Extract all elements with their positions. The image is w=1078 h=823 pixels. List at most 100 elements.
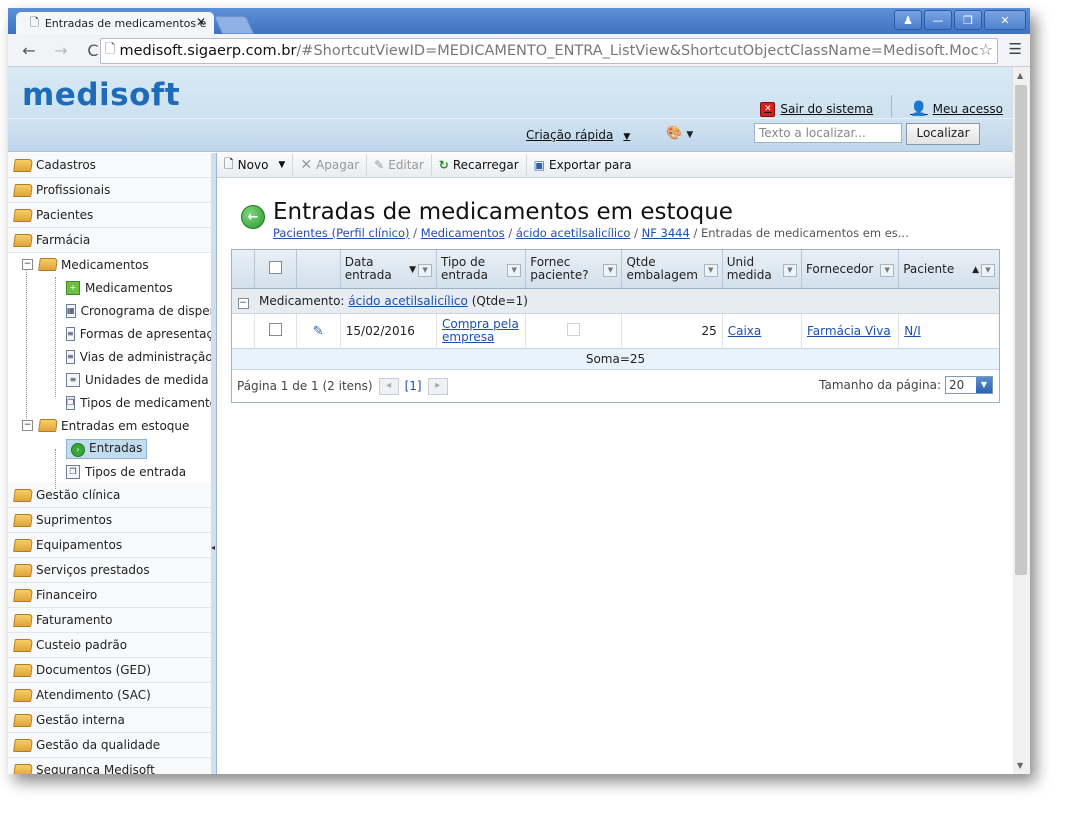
close-tab-icon[interactable]: ✕ [196,15,206,29]
column-header-date[interactable]: Data entrada ▼ ▼ [340,250,438,289]
back-arrow-icon[interactable]: ← [18,41,40,60]
collapse-icon[interactable]: − [22,259,33,270]
sidebar-group[interactable]: Custeio padrão [8,633,211,658]
breadcrumb-link[interactable]: NF 3444 [642,226,690,240]
sidebar-group[interactable]: Atendimento (SAC) [8,683,211,708]
filter-icon[interactable]: ▼ [880,264,895,277]
edit-button[interactable]: ✎ Editar [367,154,432,176]
column-header-patient[interactable]: Paciente ▲ ▼ [898,250,999,289]
new-tab-button[interactable] [213,16,255,34]
find-button[interactable]: Localizar [906,123,980,145]
page-size-select[interactable]: 20 ▼ [945,376,993,394]
tree-item-selected[interactable]: › Entradas [8,437,211,460]
filter-icon[interactable]: ▼ [418,264,433,277]
forward-arrow-icon[interactable]: → [50,41,72,60]
back-arrow-icon[interactable]: ← [241,205,265,229]
filter-icon[interactable]: ▼ [603,264,618,277]
scroll-down-icon[interactable]: ▼ [1017,761,1023,770]
sidebar-group[interactable]: Gestão clínica [8,483,211,508]
unit-link[interactable]: Caixa [728,324,762,338]
tree-node-medicamentos[interactable]: − Medicamentos [8,253,211,276]
sidebar-group[interactable]: Segurança Medisoft [8,758,211,774]
sidebar-group[interactable]: Faturamento [8,608,211,633]
scrollbar-thumb[interactable] [1015,85,1027,575]
collapse-icon[interactable]: − [22,420,33,431]
page-scrollbar[interactable]: ▲ ▼ [1012,67,1030,774]
type-link[interactable]: Compra pela empresa [442,317,519,344]
sidebar-group[interactable]: Pacientes [8,203,211,228]
maximize-button[interactable]: ❐ [954,10,982,30]
collapse-arrow-icon[interactable]: ◂ [211,543,215,552]
sidebar-group[interactable]: Financeiro [8,583,211,608]
search-input[interactable]: Texto a localizar... [754,123,902,143]
sidebar-group[interactable]: Gestão interna [8,708,211,733]
column-header-qty[interactable]: Qtde embalagem ▼ [621,250,723,289]
table-cell: N/I [899,314,999,349]
sidebar-group[interactable]: Cadastros [8,153,211,178]
column-header-unit[interactable]: Unid medida ▼ [722,250,802,289]
table-row[interactable]: ✎ 15/02/2016 Compra pela empresa 25 Caixa… [232,313,999,349]
sidebar-group[interactable]: Profissionais [8,178,211,203]
delete-button[interactable]: ✕ Apagar [293,154,368,176]
next-page-button[interactable]: ▸ [427,377,448,395]
browser-menu-icon[interactable]: ☰ [1009,40,1022,58]
folder-icon [13,738,33,752]
my-access-link[interactable]: 👤 Meu acesso [910,101,1003,117]
edit-row-icon[interactable]: ✎ [313,324,324,339]
user-icon[interactable]: ♟ [894,10,922,30]
palette-icon[interactable]: 🎨 ▼ [666,126,693,141]
sidebar-group[interactable]: Documentos (GED) [8,658,211,683]
column-header-supplier[interactable]: Fornecedor ▼ [801,250,900,289]
prev-page-button[interactable]: ◂ [378,377,399,395]
filter-icon[interactable]: ▼ [703,264,718,277]
logout-link[interactable]: ✕ Sair do sistema [760,101,873,117]
browser-tab[interactable]: 🗋 Entradas de medicamentos e ✕ [16,12,214,34]
chevron-down-icon[interactable]: ▼ [976,377,992,393]
tree-node-entradas[interactable]: − Entradas em estoque [8,414,211,437]
column-header-type[interactable]: Tipo de entrada ▼ [436,250,527,289]
tree-item-label: Unidades de medida [85,372,209,387]
minimize-button[interactable]: — [924,10,952,30]
patient-link[interactable]: N/I [904,324,921,338]
reload-button[interactable]: ↻ Recarregar [432,154,527,176]
quick-create-menu[interactable]: Criação rápida ▼ [526,128,630,142]
title-bar: 🗋 Entradas de medicamentos e ✕ ♟ — ❐ ✕ [8,8,1030,34]
filter-icon[interactable]: ▼ [782,264,797,277]
tree-item[interactable]: ❐ Tipos de entrada [8,460,211,483]
breadcrumb-link[interactable]: ácido acetilsalicílico [516,226,631,240]
supplier-link[interactable]: Farmácia Viva [807,324,891,338]
breadcrumb-link[interactable]: Medicamentos [421,226,505,240]
sidebar-group[interactable]: Suprimentos [8,508,211,533]
header-label: entrada [344,268,392,282]
tree-item[interactable]: ▦ Cronograma de dispens [8,299,211,322]
windows-icon: ❐ [66,395,76,410]
tree-item[interactable]: ≡ Formas de apresentaçã [8,322,211,345]
new-button[interactable]: 🗋 Novo ▼ [217,154,294,176]
sidebar-group[interactable]: Equipamentos [8,533,211,558]
page-title: Entradas de medicamentos em estoque [273,199,733,225]
close-window-button[interactable]: ✕ [984,10,1026,30]
select-all-checkbox[interactable] [268,261,282,274]
collapse-icon[interactable]: − [237,297,249,309]
breadcrumb-link[interactable]: Pacientes (Perfil clínico) [273,226,410,240]
export-button[interactable]: ▣ Exportar para [527,154,639,176]
sidebar-group[interactable]: Serviços prestados [8,558,211,583]
scroll-up-icon[interactable]: ▲ [1017,71,1023,80]
filter-icon[interactable]: ▼ [981,264,995,277]
folder-icon [13,488,33,502]
group-link[interactable]: ácido acetilsalicílico [348,294,468,308]
tree-item[interactable]: ❐ Tipos de medicamento [8,391,211,414]
chevron-down-icon[interactable]: ▼ [278,160,285,170]
current-page[interactable]: [1] [405,379,422,393]
sidebar-group[interactable]: Gestão da qualidade [8,733,211,758]
row-checkbox[interactable] [268,323,282,336]
tree-item[interactable]: ≡ Vias de administração [8,345,211,368]
tree-item[interactable]: + Medicamentos [8,276,211,299]
bookmark-star-icon[interactable]: ☆ [978,40,993,59]
column-header-supplier-patient[interactable]: Fornec paciente? ▼ [525,250,623,289]
sidebar-group[interactable]: Farmácia [8,228,211,253]
tree-item[interactable]: ≡ Unidades de medida [8,368,211,391]
filter-icon[interactable]: ▼ [507,264,522,277]
url-field[interactable]: 🗋 medisoft.sigaerp.com.br/#ShortcutViewI… [100,38,998,64]
selected-item[interactable]: › Entradas [66,438,148,459]
